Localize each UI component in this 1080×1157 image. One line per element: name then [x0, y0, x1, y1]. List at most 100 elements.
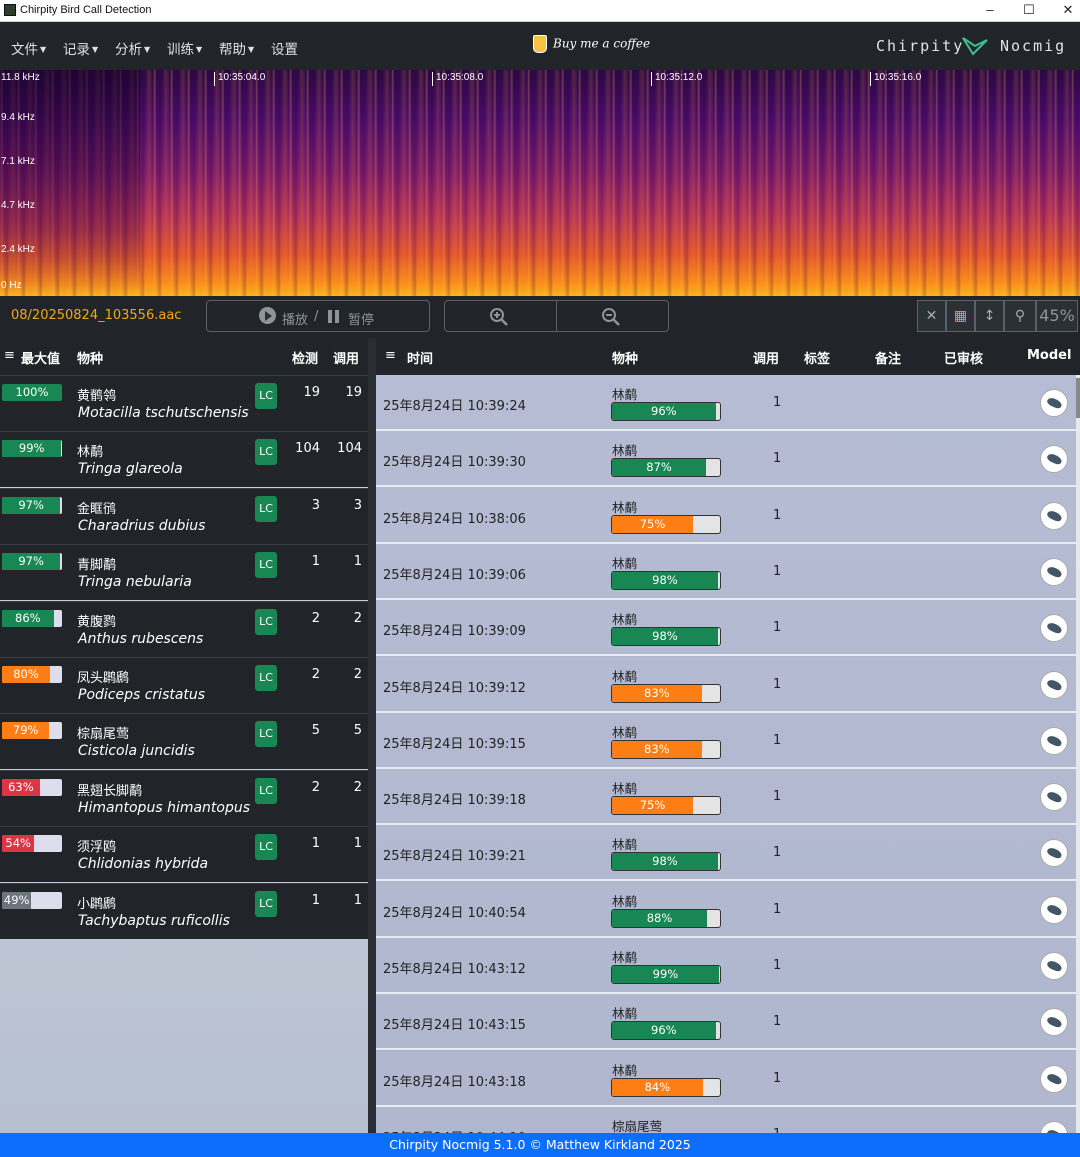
header-reviewed[interactable]: 已审核 — [944, 348, 983, 367]
model-bird-icon[interactable] — [1040, 670, 1068, 699]
result-row[interactable]: 25年8月24日 10:43:18 林鹬 84% 1 — [376, 1050, 1076, 1107]
conservation-status-badge[interactable]: LC — [255, 890, 277, 917]
model-bird-icon[interactable] — [1040, 445, 1068, 474]
bird-icon — [1046, 734, 1063, 748]
common-name: 林鹬 — [77, 445, 104, 461]
result-row[interactable]: 25年8月24日 10:39:06 林鹬 98% 1 — [376, 543, 1076, 600]
result-row[interactable]: 25年8月24日 10:43:15 林鹬 96% 1 — [376, 994, 1076, 1051]
menu-records[interactable]: 记录 ▼ — [63, 38, 98, 58]
model-bird-icon[interactable] — [1040, 1064, 1068, 1093]
results-scroll-thumb[interactable] — [1076, 378, 1080, 418]
sort-icon[interactable]: ≡ — [4, 348, 15, 363]
result-row[interactable]: 25年8月24日 10:39:15 林鹬 83% 1 — [376, 712, 1076, 769]
menu-help[interactable]: 帮助 ▼ — [219, 38, 254, 58]
confidence-label: 79% — [12, 723, 39, 738]
caret-down-icon: ▼ — [40, 45, 47, 54]
result-row[interactable]: 25年8月24日 10:39:21 林鹬 98% 1 — [376, 825, 1076, 882]
result-row[interactable]: 25年8月24日 10:39:12 林鹬 83% 1 — [376, 656, 1076, 713]
conservation-status-badge[interactable]: LC — [255, 608, 277, 635]
buy-me-a-coffee-link[interactable]: Buy me a coffee — [533, 35, 650, 53]
result-row[interactable]: 25年8月24日 10:44:10 棕扇尾莺 1 — [376, 1106, 1076, 1133]
scientific-name: Himantopus himantopus — [78, 799, 251, 816]
caret-down-icon: ▼ — [92, 45, 99, 54]
result-row[interactable]: 25年8月24日 10:38:06 林鹬 75% 1 — [376, 487, 1076, 544]
zoom-out-button[interactable] — [556, 300, 669, 332]
summary-row[interactable]: 100% 黄鹡鸰 Motacilla tschutschensis LC 19 … — [0, 375, 368, 431]
results-scrollbar[interactable] — [1076, 375, 1080, 1133]
sort-icon[interactable]: ≡ — [385, 348, 396, 363]
model-bird-icon[interactable] — [1040, 1120, 1068, 1133]
panel-splitter[interactable] — [368, 338, 376, 1133]
current-filename[interactable]: 08/20250824_103556.aac — [11, 308, 181, 323]
result-row[interactable]: 25年8月24日 10:39:30 林鹬 87% 1 — [376, 431, 1076, 488]
model-bird-icon[interactable] — [1040, 783, 1068, 812]
pause-icon-bar — [335, 310, 339, 323]
model-bird-icon[interactable] — [1040, 1008, 1068, 1037]
maximize-button[interactable]: ☐ — [1010, 0, 1048, 22]
header-species[interactable]: 物种 — [612, 348, 638, 367]
summary-row[interactable]: 99% 林鹬 Tringa glareola LC 104 104 — [0, 431, 368, 488]
summary-row[interactable]: 79% 棕扇尾莺 Cisticola juncidis LC 5 5 — [0, 713, 368, 770]
mute-bird-icon[interactable]: ✕ — [917, 300, 946, 332]
menu-analyse[interactable]: 分析 ▼ — [115, 38, 150, 58]
result-row[interactable]: 25年8月24日 10:43:12 林鹬 99% 1 — [376, 938, 1076, 994]
window-title: Chirpity Bird Call Detection — [20, 4, 152, 16]
play-pause-button[interactable]: 播放 / 暂停 — [206, 300, 430, 332]
result-row[interactable]: 25年8月24日 10:39:09 林鹬 98% 1 — [376, 600, 1076, 657]
freq-label: 11.8 kHz — [1, 72, 40, 83]
model-bird-icon[interactable] — [1040, 557, 1068, 586]
max-confidence-bar: 79% — [2, 722, 62, 740]
conservation-status-badge[interactable]: LC — [255, 495, 277, 522]
summary-row[interactable]: 49% 小䴙䴘 Tachybaptus ruficollis LC 1 1 — [0, 882, 368, 939]
common-name: 黑翅长脚鹬 — [77, 783, 143, 799]
model-bird-icon[interactable] — [1040, 952, 1068, 980]
header-species[interactable]: 物种 — [77, 348, 103, 367]
frequency-range-icon[interactable]: ↕ — [975, 300, 1004, 332]
model-bird-icon[interactable] — [1040, 839, 1068, 868]
model-bird-icon[interactable] — [1040, 614, 1068, 643]
conservation-status-badge[interactable]: LC — [255, 552, 277, 579]
conservation-status-badge[interactable]: LC — [255, 834, 277, 861]
spectrogram-settings-icon[interactable]: ▦ — [946, 300, 975, 332]
minimize-button[interactable]: – — [971, 0, 1009, 22]
model-bird-icon[interactable] — [1040, 726, 1068, 755]
result-row[interactable]: 25年8月24日 10:40:54 林鹬 88% 1 — [376, 881, 1076, 938]
zoom-in-button[interactable] — [444, 300, 557, 332]
conservation-status-badge[interactable]: LC — [255, 383, 277, 409]
menu-train[interactable]: 训练 ▼ — [167, 38, 202, 58]
summary-row[interactable]: 54% 须浮鸥 Chlidonias hybrida LC 1 1 — [0, 826, 368, 883]
result-confidence-bar: 84% — [611, 1077, 721, 1097]
result-row[interactable]: 25年8月24日 10:39:24 林鹬 96% 1 — [376, 375, 1076, 431]
model-bird-icon[interactable] — [1040, 501, 1068, 530]
conservation-status-badge[interactable]: LC — [255, 665, 277, 691]
summary-row[interactable]: 97% 金眶鸻 Charadrius dubius LC 3 3 — [0, 487, 368, 544]
conservation-status-badge[interactable]: LC — [255, 721, 277, 748]
scientific-name: Podiceps cristatus — [78, 687, 206, 703]
header-calls[interactable]: 调用 — [333, 348, 359, 367]
header-model[interactable]: Model — [1027, 348, 1071, 363]
header-max[interactable]: 最大值 — [21, 348, 60, 367]
location-icon[interactable]: ⚲ — [1004, 300, 1036, 332]
conservation-status-badge[interactable]: LC — [255, 777, 277, 804]
summary-row[interactable]: 97% 青脚鹬 Tringa nebularia LC 1 1 — [0, 544, 368, 601]
header-time[interactable]: 时间 — [407, 348, 433, 367]
model-bird-icon[interactable] — [1040, 895, 1068, 924]
summary-row[interactable]: 80% 凤头䴙䴘 Podiceps cristatus LC 2 2 — [0, 657, 368, 713]
model-bird-icon[interactable] — [1040, 389, 1068, 417]
spectrogram-image[interactable] — [0, 70, 1080, 296]
menu-file[interactable]: 文件 ▼ — [11, 38, 46, 58]
header-notes[interactable]: 备注 — [875, 348, 901, 367]
bird-icon — [1046, 1071, 1063, 1086]
summary-row[interactable]: 86% 黄腹鹨 Anthus rubescens LC 2 2 — [0, 600, 368, 657]
result-row[interactable]: 25年8月24日 10:39:18 林鹬 75% 1 — [376, 769, 1076, 826]
max-confidence-bar: 80% — [2, 666, 62, 683]
header-label[interactable]: 标签 — [804, 348, 830, 367]
confidence-label: 54% — [5, 836, 31, 851]
close-button[interactable]: ✕ — [1049, 0, 1080, 22]
summary-row[interactable]: 63% 黑翅长脚鹬 Himantopus himantopus LC 2 2 — [0, 769, 368, 826]
header-detections[interactable]: 检测 — [292, 348, 318, 367]
conservation-status-badge[interactable]: LC — [255, 439, 277, 466]
header-calls[interactable]: 调用 — [753, 348, 779, 367]
menu-settings[interactable]: 设置 — [271, 38, 300, 58]
spectrogram[interactable]: 11.8 kHz 9.4 kHz 7.1 kHz 4.7 kHz 2.4 kHz… — [0, 70, 1080, 296]
